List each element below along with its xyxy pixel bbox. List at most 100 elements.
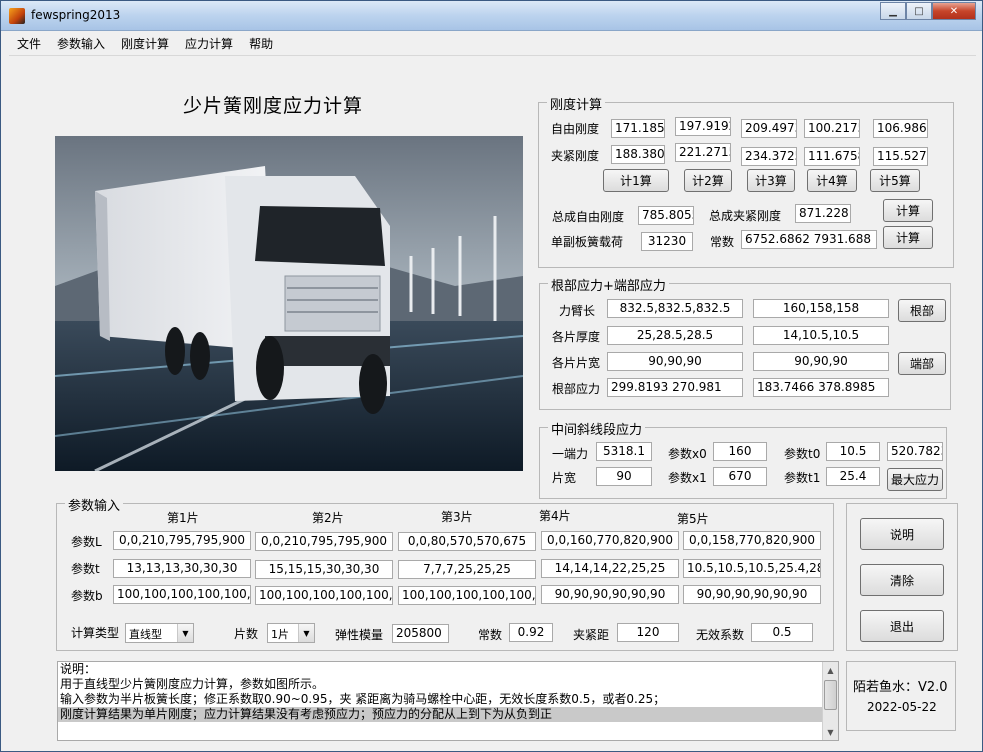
arm-length-end-field[interactable]: 160,158,158 xyxy=(753,299,889,318)
menu-stress[interactable]: 应力计算 xyxy=(177,35,241,52)
menu-help[interactable]: 帮助 xyxy=(241,35,281,52)
param-L-leaf1[interactable]: 0,0,210,795,795,900 xyxy=(113,531,251,550)
thickness-label: 各片厚度 xyxy=(552,330,601,344)
param-t-leaf1[interactable]: 13,13,13,30,30,30 xyxy=(113,559,251,578)
scroll-thumb[interactable] xyxy=(824,680,837,710)
minimize-icon[interactable]: ▁ xyxy=(880,2,906,20)
free-stiffness-3[interactable]: 209.4973 xyxy=(741,119,797,138)
total-free-stiffness-field[interactable]: 785.8055 xyxy=(638,206,694,225)
param-constant-field[interactable]: 0.92 xyxy=(509,623,553,642)
calc5-button[interactable]: 计5算 xyxy=(870,169,920,192)
param-L-leaf5[interactable]: 0,0,158,770,820,900 xyxy=(683,531,821,550)
param-b-leaf2[interactable]: 100,100,100,100,100,10 xyxy=(255,586,393,605)
end-stress-button[interactable]: 端部 xyxy=(898,352,946,375)
param-constant-label: 常数 xyxy=(478,628,503,642)
notes-textarea[interactable]: 说明： 用于直线型少片簧刚度应力计算，参数如图所示。 输入参数为半片板簧长度；修… xyxy=(57,661,839,741)
clamp-stiffness-2[interactable]: 221.2715 xyxy=(675,143,731,162)
chevron-down-icon[interactable]: ▼ xyxy=(177,624,193,642)
calc3-button[interactable]: 计3算 xyxy=(747,169,795,192)
end-force-field[interactable]: 5318.1 xyxy=(596,442,652,461)
param-L-leaf4[interactable]: 0,0,160,770,820,900 xyxy=(541,531,679,550)
scroll-up-icon[interactable]: ▲ xyxy=(823,662,838,678)
arm-length-label: 力臂长 xyxy=(559,304,596,318)
max-stress-button[interactable]: 最大应力 xyxy=(887,468,943,491)
free-stiffness-5[interactable]: 106.9864 xyxy=(873,119,928,138)
menu-param-input[interactable]: 参数输入 xyxy=(49,35,113,52)
col-header-leaf5: 第5片 xyxy=(677,512,709,526)
clamp-stiffness-5[interactable]: 115.5275 xyxy=(873,147,928,166)
leaf-count-select[interactable]: 1片 ▼ xyxy=(267,623,315,643)
clamp-stiffness-4[interactable]: 111.6758 xyxy=(804,147,860,166)
calc1-button[interactable]: 计1算 xyxy=(603,169,669,192)
col-header-leaf2: 第2片 xyxy=(312,511,344,525)
param-b-leaf5[interactable]: 90,90,90,90,90,90 xyxy=(683,585,821,604)
calc-load-button[interactable]: 计算 xyxy=(883,226,933,249)
x1-field[interactable]: 670 xyxy=(713,467,767,486)
col-header-leaf3: 第3片 xyxy=(441,510,473,524)
close-icon[interactable]: ✕ xyxy=(932,2,976,20)
calc-type-label: 计算类型 xyxy=(71,626,120,640)
width-end-field[interactable]: 90,90,90 xyxy=(753,352,889,371)
width-root-field[interactable]: 90,90,90 xyxy=(607,352,743,371)
total-free-stiffness-label: 总成自由刚度 xyxy=(552,210,625,224)
mid-stress-panel-title: 中间斜线段应力 xyxy=(548,419,646,438)
invalid-coef-label: 无效系数 xyxy=(696,628,745,642)
param-b-leaf1[interactable]: 100,100,100,100,100,10 xyxy=(113,585,251,604)
version-text: 陌若鱼水：V2.0 xyxy=(853,680,948,695)
help-button[interactable]: 说明 xyxy=(860,518,944,550)
free-stiffness-2[interactable]: 197.9192 xyxy=(675,117,731,136)
param-t-leaf4[interactable]: 14,14,14,22,25,25 xyxy=(541,559,679,578)
param-t-leaf2[interactable]: 15,15,15,30,30,30 xyxy=(255,560,393,579)
x0-field[interactable]: 160 xyxy=(713,442,767,461)
notes-scrollbar[interactable]: ▲ ▼ xyxy=(822,662,838,740)
param-b-leaf4[interactable]: 90,90,90,90,90,90 xyxy=(541,585,679,604)
root-stress-result-field[interactable]: 299.8193 270.981 xyxy=(607,378,743,397)
thickness-root-field[interactable]: 25,28.5,28.5 xyxy=(607,326,743,345)
version-panel xyxy=(846,661,956,731)
param-L-label: 参数L xyxy=(71,535,102,549)
calc4-button[interactable]: 计4算 xyxy=(807,169,857,192)
leaf-count-value: 1片 xyxy=(271,628,289,641)
root-stress-panel-title: 根部应力+端部应力 xyxy=(548,275,669,294)
clear-button[interactable]: 清除 xyxy=(860,564,944,596)
t1-field[interactable]: 25.4 xyxy=(826,467,880,486)
menu-file[interactable]: 文件 xyxy=(9,35,49,52)
root-stress-button[interactable]: 根部 xyxy=(898,299,946,322)
mid-width-field[interactable]: 90 xyxy=(596,467,652,486)
mid-width-label: 片宽 xyxy=(552,471,577,485)
free-stiffness-1[interactable]: 171.1851 xyxy=(611,119,665,138)
invalid-coef-field[interactable]: 0.5 xyxy=(751,623,813,642)
aux-spring-load-field[interactable]: 31230 xyxy=(641,232,693,251)
scroll-down-icon[interactable]: ▼ xyxy=(823,724,838,740)
arm-length-root-field[interactable]: 832.5,832.5,832.5 xyxy=(607,299,743,318)
clamp-distance-field[interactable]: 120 xyxy=(617,623,679,642)
param-L-leaf3[interactable]: 0,0,80,570,570,675 xyxy=(398,532,536,551)
param-L-leaf2[interactable]: 0,0,210,795,795,900 xyxy=(255,532,393,551)
maximize-icon[interactable]: □ xyxy=(906,2,932,20)
t0-label: 参数t0 xyxy=(784,447,821,461)
max-stress-result-field[interactable]: 520.7823 xyxy=(887,442,943,461)
t0-field[interactable]: 10.5 xyxy=(826,442,880,461)
total-clamp-stiffness-field[interactable]: 871.228 xyxy=(795,204,851,223)
free-stiffness-4[interactable]: 100.2175 xyxy=(804,119,860,138)
param-b-leaf3[interactable]: 100,100,100,100,100,10 xyxy=(398,586,536,605)
constant-label: 常数 xyxy=(710,235,735,249)
calc2-button[interactable]: 计2算 xyxy=(684,169,732,192)
param-t-leaf5[interactable]: 10.5,10.5,10.5,25.4,28.5, xyxy=(683,559,821,578)
clamp-stiffness-3[interactable]: 234.3725 xyxy=(741,147,797,166)
app-title: 少片簧刚度应力计算 xyxy=(183,95,364,117)
calc-total-button[interactable]: 计算 xyxy=(883,199,933,222)
end-stress-result-field[interactable]: 183.7466 378.8985 xyxy=(753,378,889,397)
constant-field[interactable]: 6752.6862 7931.688 xyxy=(741,230,877,249)
root-stress-label: 根部应力 xyxy=(552,382,601,396)
param-t-leaf3[interactable]: 7,7,7,25,25,25 xyxy=(398,560,536,579)
exit-button[interactable]: 退出 xyxy=(860,610,944,642)
menu-stiffness[interactable]: 刚度计算 xyxy=(113,35,177,52)
chevron-down-icon[interactable]: ▼ xyxy=(298,624,314,642)
thickness-end-field[interactable]: 14,10.5,10.5 xyxy=(753,326,889,345)
clamp-stiffness-1[interactable]: 188.3807 xyxy=(611,145,665,164)
end-force-label: 一端力 xyxy=(552,447,589,461)
calc-type-select[interactable]: 直线型 ▼ xyxy=(125,623,194,643)
mid-stress-panel: 中间斜线段应力 xyxy=(539,419,947,499)
elastic-modulus-field[interactable]: 205800 xyxy=(392,624,449,643)
